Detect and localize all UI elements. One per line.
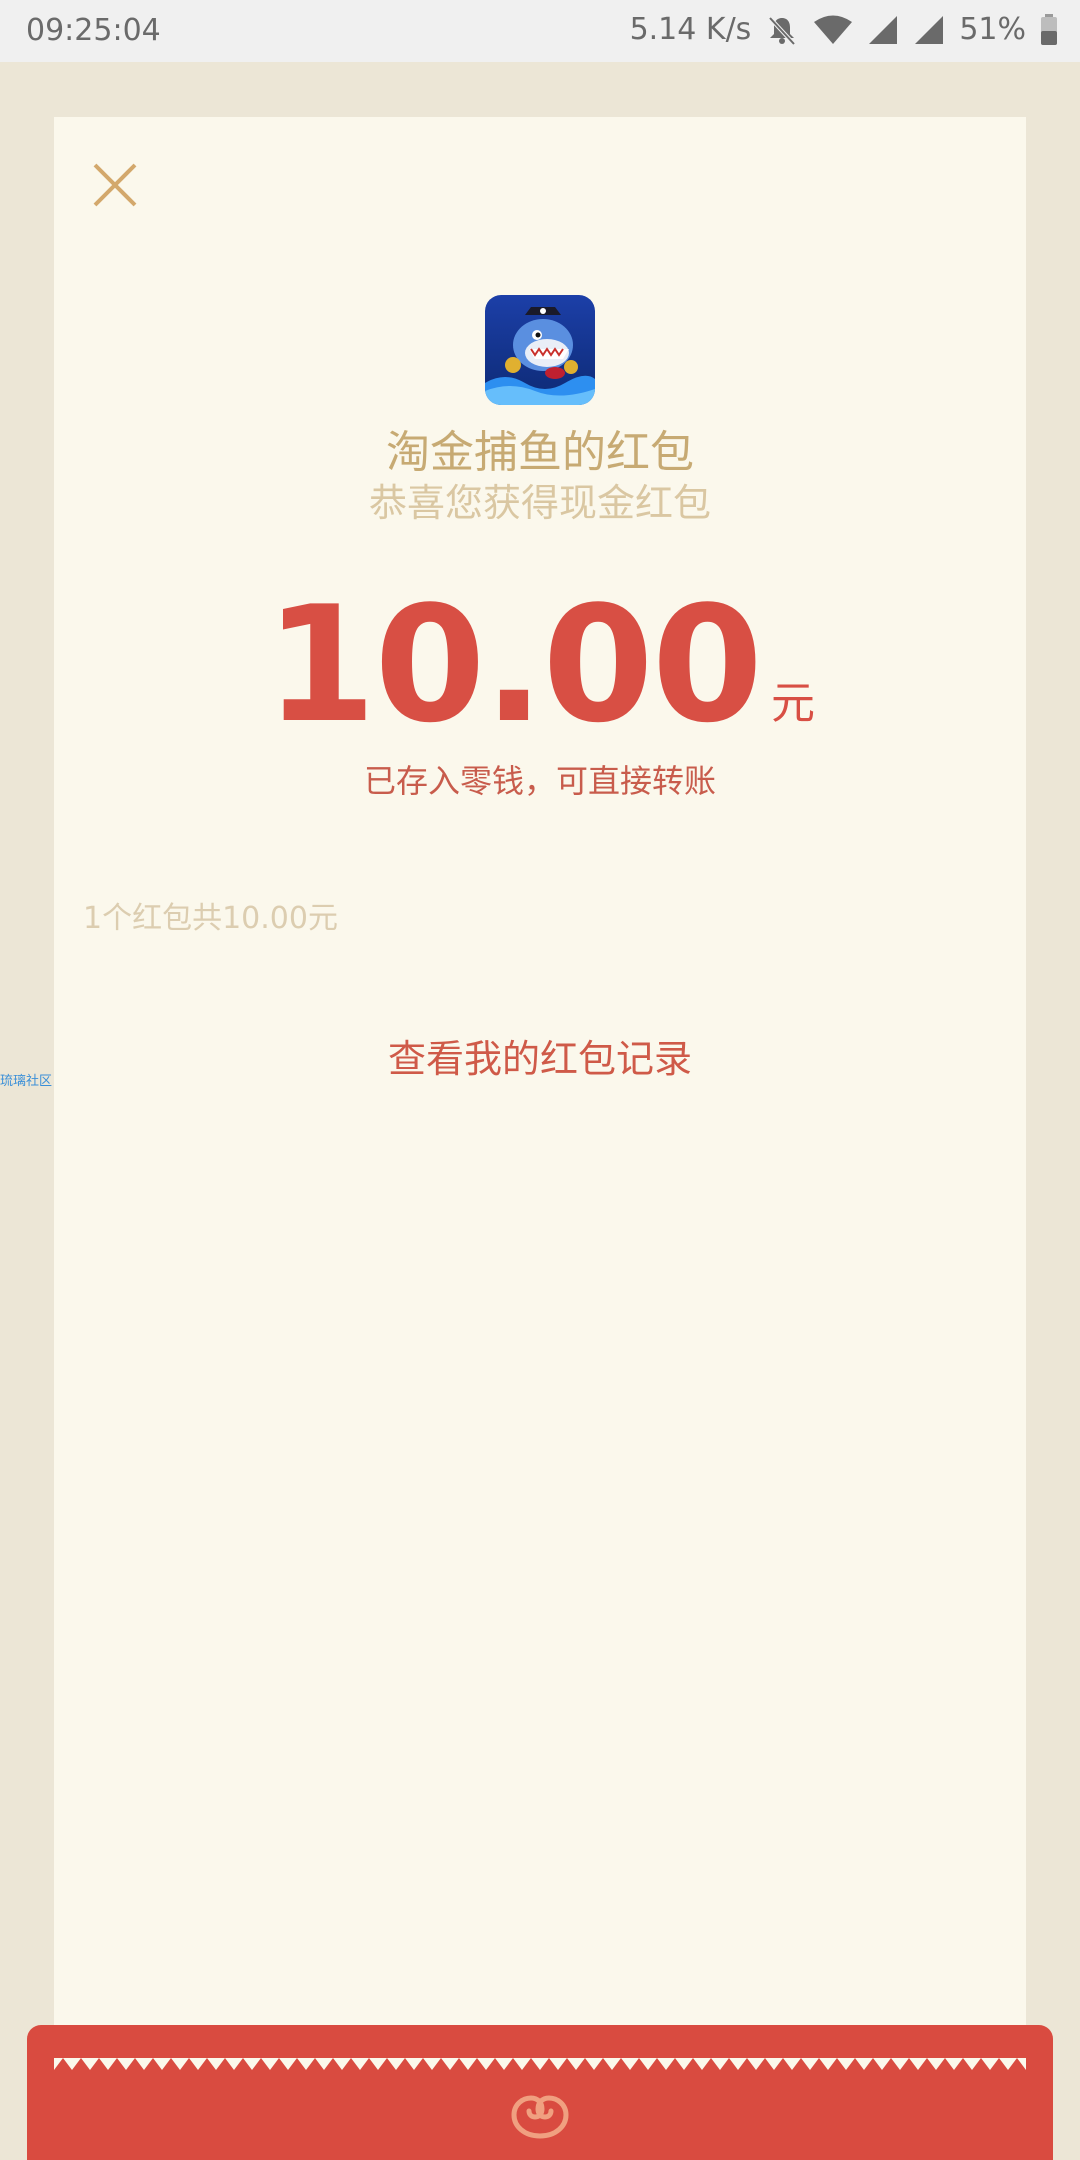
amount-unit: 元 — [771, 678, 816, 729]
sender-title: 淘金捕鱼的红包 — [386, 427, 694, 478]
packet-summary: 1个红包共10.00元 — [83, 901, 338, 936]
view-records-link[interactable]: 查看我的红包记录 — [0, 1028, 1080, 1083]
shark-game-icon — [485, 295, 595, 405]
deposit-note: 已存入零钱，可直接转账 — [363, 762, 716, 800]
close-icon[interactable] — [92, 162, 138, 208]
greeting-subtitle: 恭喜您获得现金红包 — [368, 481, 711, 525]
mute-bell-icon — [765, 14, 799, 46]
wifi-icon — [813, 15, 853, 45]
status-right: 5.14 K/s 51% — [630, 12, 1058, 47]
battery-percent: 51% — [959, 12, 1026, 47]
status-time: 09:25:04 — [26, 13, 161, 48]
signal-icon — [913, 15, 945, 45]
red-packet-card — [54, 117, 1026, 2080]
close-button[interactable] — [80, 150, 150, 220]
battery-icon — [1040, 13, 1058, 46]
watermark: 琉璃社区 — [0, 1074, 53, 1089]
amount-value: 10.00 — [264, 571, 763, 758]
sender-avatar — [485, 295, 595, 405]
network-speed: 5.14 K/s — [629, 12, 752, 47]
signal-icon — [867, 15, 899, 45]
zigzag-edge — [54, 2058, 1026, 2070]
status-bar: 09:25:04 5.14 K/s 51% — [0, 0, 1080, 62]
amount-row: 10.00 元 — [0, 585, 1080, 745]
envelope-logo-icon — [511, 2095, 569, 2139]
